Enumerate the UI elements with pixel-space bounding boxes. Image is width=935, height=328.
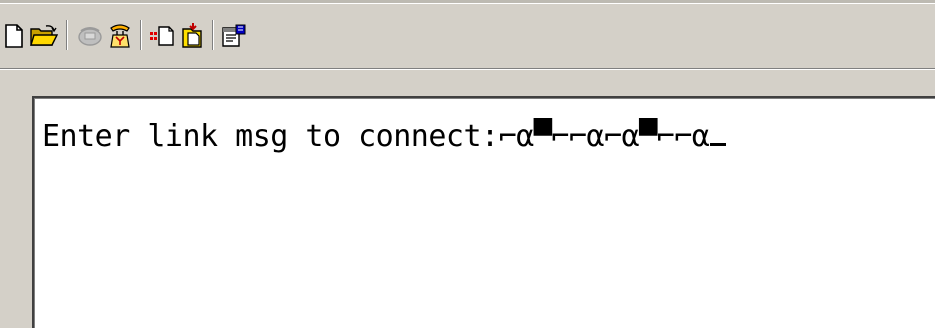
text-cursor — [710, 143, 727, 146]
toolbar-separator — [140, 20, 142, 50]
terminal-line: Enter link msg to connect:⌐α▀⌐⌐α⌐α▀⌐⌐α — [42, 119, 710, 154]
terminal-output: Enter link msg to connect:⌐α▀⌐⌐α⌐α▀⌐⌐α — [42, 119, 727, 154]
connect-icon[interactable] — [76, 22, 104, 50]
new-icon[interactable] — [0, 22, 28, 50]
toolbar-separator — [212, 20, 214, 50]
properties-icon[interactable] — [220, 22, 248, 50]
send-icon[interactable] — [148, 22, 176, 50]
open-icon[interactable] — [30, 22, 58, 50]
app-window: Enter link msg to connect:⌐α▀⌐⌐α⌐α▀⌐⌐α — [0, 0, 935, 328]
disconnect-icon[interactable] — [106, 22, 134, 50]
toolbar — [0, 4, 935, 68]
terminal-area[interactable]: Enter link msg to connect:⌐α▀⌐⌐α⌐α▀⌐⌐α — [32, 96, 935, 328]
toolbar-border-highlight — [0, 69, 935, 70]
receive-icon[interactable] — [178, 22, 206, 50]
toolbar-separator — [66, 20, 68, 50]
